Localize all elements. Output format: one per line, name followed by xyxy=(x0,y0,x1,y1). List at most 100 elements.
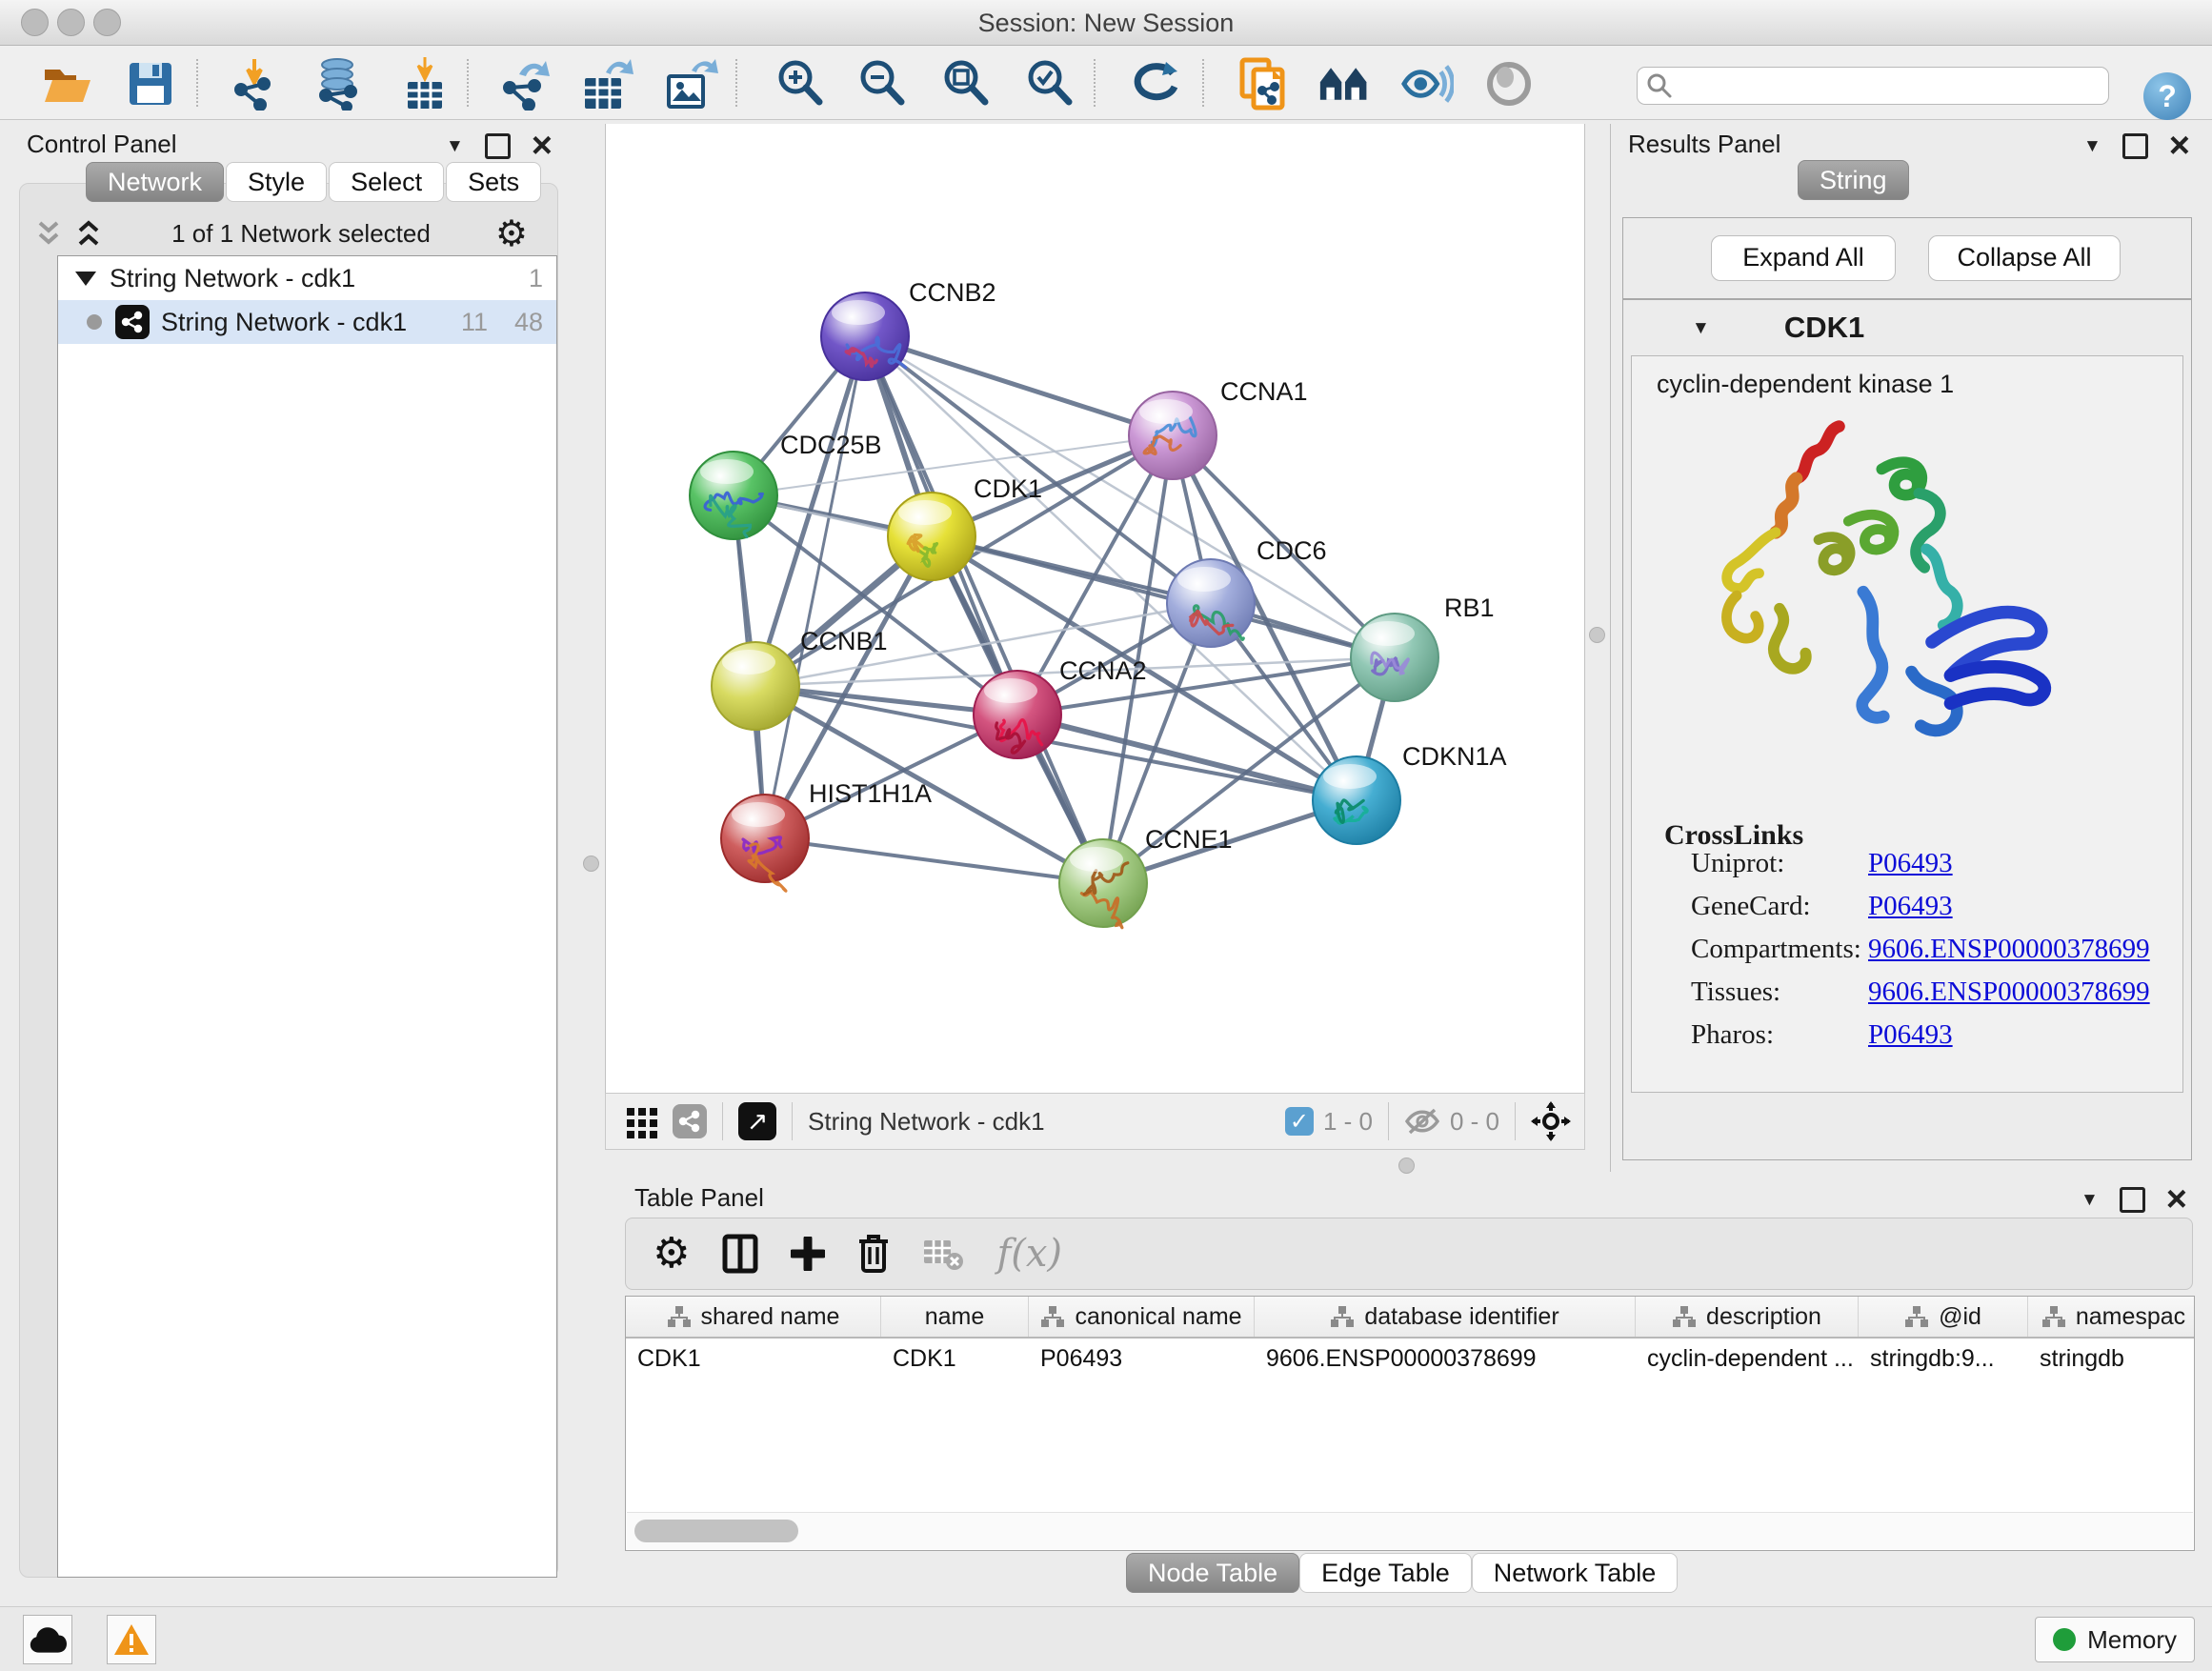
import-network-database-icon[interactable] xyxy=(312,57,366,111)
cell[interactable]: 9606.ENSP00000378699 xyxy=(1255,1339,1636,1379)
crosslink-link[interactable]: P06493 xyxy=(1868,1019,1953,1050)
column-header-name[interactable]: name xyxy=(881,1297,1029,1337)
right-splitter-handle[interactable] xyxy=(1589,627,1605,643)
results-tab-string[interactable]: String xyxy=(1798,160,1909,200)
crosslink-link[interactable]: 9606.ENSP00000378699 xyxy=(1868,934,2150,964)
panel-collapse-icon[interactable]: ▼ xyxy=(446,137,464,155)
zoom-fit-icon[interactable] xyxy=(939,57,993,111)
table-row[interactable]: CDK1CDK1P064939606.ENSP00000378699cyclin… xyxy=(626,1339,2194,1379)
delete-table-icon[interactable] xyxy=(922,1237,964,1271)
network-tree-root-row[interactable]: String Network - cdk1 1 xyxy=(58,256,556,300)
string-home-icon[interactable] xyxy=(1318,57,1372,111)
import-network-file-icon[interactable] xyxy=(231,57,284,111)
node-table[interactable]: shared namenamecanonical name database id… xyxy=(625,1296,2195,1551)
hierarchy-icon xyxy=(1040,1305,1065,1328)
crosslink-link[interactable]: P06493 xyxy=(1868,891,1953,921)
hierarchy-icon xyxy=(1672,1305,1697,1328)
cell[interactable]: P06493 xyxy=(1029,1339,1255,1379)
panel-close-icon[interactable]: × xyxy=(532,136,553,156)
panel-float-icon[interactable] xyxy=(485,133,511,159)
pan-crosshair-icon[interactable] xyxy=(1531,1101,1571,1141)
column-header-description[interactable]: description xyxy=(1636,1297,1859,1337)
apply-layout-icon[interactable] xyxy=(1130,57,1183,111)
panel-float-icon[interactable] xyxy=(2122,133,2148,159)
cell[interactable]: CDK1 xyxy=(626,1339,881,1379)
panel-close-icon[interactable]: × xyxy=(2169,136,2190,156)
tab-sets[interactable]: Sets xyxy=(446,162,541,202)
cell[interactable]: CDK1 xyxy=(881,1339,1029,1379)
help-button[interactable]: ? xyxy=(2143,72,2191,120)
warning-button[interactable] xyxy=(107,1615,156,1664)
crosslink-label: GeneCard: xyxy=(1691,891,1868,922)
open-session-icon[interactable] xyxy=(42,57,95,111)
crosslink-row: Compartments:9606.ENSP00000378699 xyxy=(1691,934,2167,976)
memory-button[interactable]: Memory xyxy=(2035,1617,2195,1662)
tab-select[interactable]: Select xyxy=(329,162,444,202)
string-enable-glass-icon[interactable] xyxy=(1400,57,1454,111)
zoom-selected-icon[interactable] xyxy=(1023,57,1076,111)
string-protein-query-icon[interactable] xyxy=(1237,57,1290,111)
expand-all-icon[interactable] xyxy=(74,219,107,248)
crosslink-link[interactable]: 9606.ENSP00000378699 xyxy=(1868,976,2150,1007)
main-toolbar: ? xyxy=(0,46,2212,120)
collapse-all-button[interactable]: Collapse All xyxy=(1928,235,2121,281)
function-builder-icon[interactable]: f(x) xyxy=(996,1232,1062,1276)
cell[interactable]: stringdb:9... xyxy=(1859,1339,2028,1379)
tab-network-table[interactable]: Network Table xyxy=(1472,1553,1679,1593)
panel-float-icon[interactable] xyxy=(2120,1187,2145,1213)
show-columns-icon[interactable] xyxy=(722,1234,758,1274)
edge-HIST1H1A-CCNE1[interactable] xyxy=(765,838,1103,883)
export-image-icon[interactable] xyxy=(665,57,718,111)
cell[interactable]: cyclin-dependent ... xyxy=(1636,1339,1859,1379)
tab-node-table[interactable]: Node Table xyxy=(1126,1553,1299,1593)
crosslink-link[interactable]: P06493 xyxy=(1868,848,1953,878)
column-header-canonical-name[interactable]: canonical name xyxy=(1029,1297,1255,1337)
column-label: database identifier xyxy=(1364,1303,1558,1331)
delete-column-icon[interactable] xyxy=(857,1234,890,1274)
zoom-out-icon[interactable] xyxy=(855,57,909,111)
export-network-icon[interactable] xyxy=(499,57,553,111)
scrollbar-thumb[interactable] xyxy=(634,1520,798,1542)
zoom-in-icon[interactable] xyxy=(774,57,827,111)
warning-icon xyxy=(112,1622,151,1657)
network-share-icon[interactable] xyxy=(673,1104,707,1138)
network-tree-child-row[interactable]: String Network - cdk1 11 48 xyxy=(58,300,556,344)
export-table-icon[interactable] xyxy=(581,57,634,111)
table-options-gear-icon[interactable]: ⚙ xyxy=(653,1233,690,1275)
string-disable-glass-icon[interactable] xyxy=(1482,57,1536,111)
toolbar-separator xyxy=(1388,1102,1389,1140)
add-column-icon[interactable] xyxy=(791,1237,825,1271)
column-header-database-identifier[interactable]: database identifier xyxy=(1255,1297,1636,1337)
table-horizontal-scrollbar[interactable] xyxy=(627,1512,2193,1549)
tab-style[interactable]: Style xyxy=(226,162,327,202)
network-options-gear-icon[interactable]: ⚙ xyxy=(495,215,528,252)
save-session-icon[interactable] xyxy=(124,57,177,111)
detach-view-icon[interactable]: ↗ xyxy=(738,1102,776,1140)
panel-collapse-icon[interactable]: ▼ xyxy=(2081,1191,2099,1209)
protein-section-header[interactable]: ▼ CDK1 xyxy=(1623,300,2191,355)
horizontal-splitter-handle[interactable] xyxy=(1398,1158,1415,1174)
expand-all-button[interactable]: Expand All xyxy=(1711,235,1896,281)
column-header-shared-name[interactable]: shared name xyxy=(626,1297,881,1337)
panel-collapse-icon[interactable]: ▼ xyxy=(2083,137,2101,155)
tab-edge-table[interactable]: Edge Table xyxy=(1299,1553,1472,1593)
string-network-graph[interactable]: CCNB2CCNA1CDC25BCDK1CDC6RB1CCNB1CCNA2CDK… xyxy=(606,124,1584,1093)
edge-CCNB2-CCNA1[interactable] xyxy=(865,336,1173,435)
left-splitter-handle[interactable] xyxy=(583,856,599,872)
cell[interactable]: stringdb xyxy=(2028,1339,2195,1379)
hidden-eye-icon[interactable] xyxy=(1404,1107,1440,1136)
column-header--id[interactable]: @id xyxy=(1859,1297,2028,1337)
tree-expander-icon[interactable] xyxy=(75,272,96,286)
section-collapse-icon[interactable]: ▼ xyxy=(1692,319,1710,337)
cloud-button[interactable] xyxy=(23,1615,72,1664)
collapse-all-icon[interactable] xyxy=(34,219,67,248)
search-input[interactable] xyxy=(1681,71,2108,100)
import-table-file-icon[interactable] xyxy=(398,57,452,111)
birdseye-grid-icon[interactable] xyxy=(625,1104,659,1138)
selected-checkbox-icon[interactable]: ✓ xyxy=(1285,1107,1314,1136)
column-header-namespac[interactable]: namespac xyxy=(2028,1297,2195,1337)
network-canvas[interactable]: CCNB2CCNA1CDC25BCDK1CDC6RB1CCNB1CCNA2CDK… xyxy=(605,124,1585,1093)
panel-close-icon[interactable]: × xyxy=(2166,1190,2187,1210)
tab-network[interactable]: Network xyxy=(86,162,224,202)
protein-details: cyclin-dependent kinase 1 xyxy=(1631,355,2183,1093)
